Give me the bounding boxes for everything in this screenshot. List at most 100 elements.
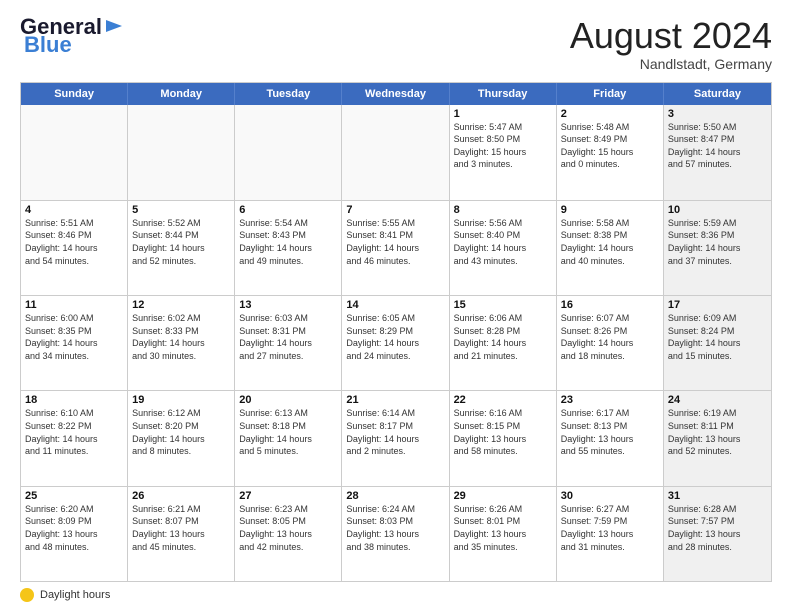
day-number: 12 xyxy=(132,299,230,311)
logo-blue: Blue xyxy=(24,34,72,56)
calendar-cell: 24Sunrise: 6:19 AMSunset: 8:11 PMDayligh… xyxy=(664,391,771,485)
calendar-cell: 8Sunrise: 5:56 AMSunset: 8:40 PMDaylight… xyxy=(450,201,557,295)
day-number: 8 xyxy=(454,204,552,216)
day-number: 25 xyxy=(25,490,123,502)
calendar-cell: 23Sunrise: 6:17 AMSunset: 8:13 PMDayligh… xyxy=(557,391,664,485)
daylight-label: Daylight hours xyxy=(40,589,110,601)
day-number: 26 xyxy=(132,490,230,502)
calendar-cell: 11Sunrise: 6:00 AMSunset: 8:35 PMDayligh… xyxy=(21,296,128,390)
calendar-cell: 10Sunrise: 5:59 AMSunset: 8:36 PMDayligh… xyxy=(664,201,771,295)
cell-info: Sunrise: 6:07 AMSunset: 8:26 PMDaylight:… xyxy=(561,312,659,362)
day-number: 31 xyxy=(668,490,767,502)
cell-info: Sunrise: 6:19 AMSunset: 8:11 PMDaylight:… xyxy=(668,407,767,457)
logo: General Blue xyxy=(20,16,124,56)
cell-info: Sunrise: 6:02 AMSunset: 8:33 PMDaylight:… xyxy=(132,312,230,362)
cell-info: Sunrise: 6:16 AMSunset: 8:15 PMDaylight:… xyxy=(454,407,552,457)
day-number: 30 xyxy=(561,490,659,502)
day-number: 2 xyxy=(561,108,659,120)
calendar-row-3: 11Sunrise: 6:00 AMSunset: 8:35 PMDayligh… xyxy=(21,295,771,390)
calendar-cell: 18Sunrise: 6:10 AMSunset: 8:22 PMDayligh… xyxy=(21,391,128,485)
header-day-wednesday: Wednesday xyxy=(342,83,449,105)
day-number: 16 xyxy=(561,299,659,311)
cell-info: Sunrise: 5:48 AMSunset: 8:49 PMDaylight:… xyxy=(561,121,659,171)
cell-info: Sunrise: 5:52 AMSunset: 8:44 PMDaylight:… xyxy=(132,217,230,267)
header-day-thursday: Thursday xyxy=(450,83,557,105)
cell-info: Sunrise: 6:28 AMSunset: 7:57 PMDaylight:… xyxy=(668,503,767,553)
calendar-cell: 21Sunrise: 6:14 AMSunset: 8:17 PMDayligh… xyxy=(342,391,449,485)
calendar-cell xyxy=(128,105,235,200)
calendar-row-1: 1Sunrise: 5:47 AMSunset: 8:50 PMDaylight… xyxy=(21,105,771,200)
calendar-cell: 30Sunrise: 6:27 AMSunset: 7:59 PMDayligh… xyxy=(557,487,664,581)
day-number: 23 xyxy=(561,394,659,406)
calendar: SundayMondayTuesdayWednesdayThursdayFrid… xyxy=(20,82,772,582)
sun-icon xyxy=(20,588,34,602)
header-day-friday: Friday xyxy=(557,83,664,105)
cell-info: Sunrise: 6:20 AMSunset: 8:09 PMDaylight:… xyxy=(25,503,123,553)
cell-info: Sunrise: 6:12 AMSunset: 8:20 PMDaylight:… xyxy=(132,407,230,457)
calendar-cell: 12Sunrise: 6:02 AMSunset: 8:33 PMDayligh… xyxy=(128,296,235,390)
calendar-cell: 31Sunrise: 6:28 AMSunset: 7:57 PMDayligh… xyxy=(664,487,771,581)
footer: Daylight hours xyxy=(20,588,772,602)
day-number: 5 xyxy=(132,204,230,216)
calendar-cell: 3Sunrise: 5:50 AMSunset: 8:47 PMDaylight… xyxy=(664,105,771,200)
header-day-monday: Monday xyxy=(128,83,235,105)
day-number: 19 xyxy=(132,394,230,406)
day-number: 27 xyxy=(239,490,337,502)
cell-info: Sunrise: 6:13 AMSunset: 8:18 PMDaylight:… xyxy=(239,407,337,457)
day-number: 22 xyxy=(454,394,552,406)
calendar-cell: 19Sunrise: 6:12 AMSunset: 8:20 PMDayligh… xyxy=(128,391,235,485)
month-title: August 2024 xyxy=(570,16,772,56)
cell-info: Sunrise: 6:05 AMSunset: 8:29 PMDaylight:… xyxy=(346,312,444,362)
calendar-cell: 17Sunrise: 6:09 AMSunset: 8:24 PMDayligh… xyxy=(664,296,771,390)
cell-info: Sunrise: 6:26 AMSunset: 8:01 PMDaylight:… xyxy=(454,503,552,553)
header-day-tuesday: Tuesday xyxy=(235,83,342,105)
day-number: 15 xyxy=(454,299,552,311)
calendar-cell: 27Sunrise: 6:23 AMSunset: 8:05 PMDayligh… xyxy=(235,487,342,581)
logo-arrow-icon xyxy=(104,16,124,36)
calendar-cell: 22Sunrise: 6:16 AMSunset: 8:15 PMDayligh… xyxy=(450,391,557,485)
cell-info: Sunrise: 6:21 AMSunset: 8:07 PMDaylight:… xyxy=(132,503,230,553)
header-day-sunday: Sunday xyxy=(21,83,128,105)
day-number: 28 xyxy=(346,490,444,502)
day-number: 11 xyxy=(25,299,123,311)
header-day-saturday: Saturday xyxy=(664,83,771,105)
cell-info: Sunrise: 6:06 AMSunset: 8:28 PMDaylight:… xyxy=(454,312,552,362)
cell-info: Sunrise: 6:03 AMSunset: 8:31 PMDaylight:… xyxy=(239,312,337,362)
calendar-body: 1Sunrise: 5:47 AMSunset: 8:50 PMDaylight… xyxy=(21,105,771,581)
calendar-cell: 7Sunrise: 5:55 AMSunset: 8:41 PMDaylight… xyxy=(342,201,449,295)
day-number: 3 xyxy=(668,108,767,120)
day-number: 1 xyxy=(454,108,552,120)
calendar-cell: 29Sunrise: 6:26 AMSunset: 8:01 PMDayligh… xyxy=(450,487,557,581)
cell-info: Sunrise: 6:14 AMSunset: 8:17 PMDaylight:… xyxy=(346,407,444,457)
cell-info: Sunrise: 5:47 AMSunset: 8:50 PMDaylight:… xyxy=(454,121,552,171)
calendar-cell: 26Sunrise: 6:21 AMSunset: 8:07 PMDayligh… xyxy=(128,487,235,581)
calendar-row-4: 18Sunrise: 6:10 AMSunset: 8:22 PMDayligh… xyxy=(21,390,771,485)
calendar-cell xyxy=(342,105,449,200)
page: General Blue August 2024 Nandlstadt, Ger… xyxy=(0,0,792,612)
cell-info: Sunrise: 5:54 AMSunset: 8:43 PMDaylight:… xyxy=(239,217,337,267)
title-block: August 2024 Nandlstadt, Germany xyxy=(570,16,772,72)
location: Nandlstadt, Germany xyxy=(570,56,772,72)
day-number: 14 xyxy=(346,299,444,311)
day-number: 7 xyxy=(346,204,444,216)
calendar-row-2: 4Sunrise: 5:51 AMSunset: 8:46 PMDaylight… xyxy=(21,200,771,295)
cell-info: Sunrise: 6:09 AMSunset: 8:24 PMDaylight:… xyxy=(668,312,767,362)
day-number: 13 xyxy=(239,299,337,311)
day-number: 6 xyxy=(239,204,337,216)
day-number: 18 xyxy=(25,394,123,406)
calendar-row-5: 25Sunrise: 6:20 AMSunset: 8:09 PMDayligh… xyxy=(21,486,771,581)
cell-info: Sunrise: 6:10 AMSunset: 8:22 PMDaylight:… xyxy=(25,407,123,457)
day-number: 17 xyxy=(668,299,767,311)
cell-info: Sunrise: 5:55 AMSunset: 8:41 PMDaylight:… xyxy=(346,217,444,267)
cell-info: Sunrise: 6:27 AMSunset: 7:59 PMDaylight:… xyxy=(561,503,659,553)
cell-info: Sunrise: 5:59 AMSunset: 8:36 PMDaylight:… xyxy=(668,217,767,267)
day-number: 4 xyxy=(25,204,123,216)
cell-info: Sunrise: 6:17 AMSunset: 8:13 PMDaylight:… xyxy=(561,407,659,457)
cell-info: Sunrise: 6:24 AMSunset: 8:03 PMDaylight:… xyxy=(346,503,444,553)
cell-info: Sunrise: 5:56 AMSunset: 8:40 PMDaylight:… xyxy=(454,217,552,267)
calendar-cell: 6Sunrise: 5:54 AMSunset: 8:43 PMDaylight… xyxy=(235,201,342,295)
calendar-cell: 1Sunrise: 5:47 AMSunset: 8:50 PMDaylight… xyxy=(450,105,557,200)
calendar-cell xyxy=(235,105,342,200)
calendar-cell: 15Sunrise: 6:06 AMSunset: 8:28 PMDayligh… xyxy=(450,296,557,390)
day-number: 9 xyxy=(561,204,659,216)
